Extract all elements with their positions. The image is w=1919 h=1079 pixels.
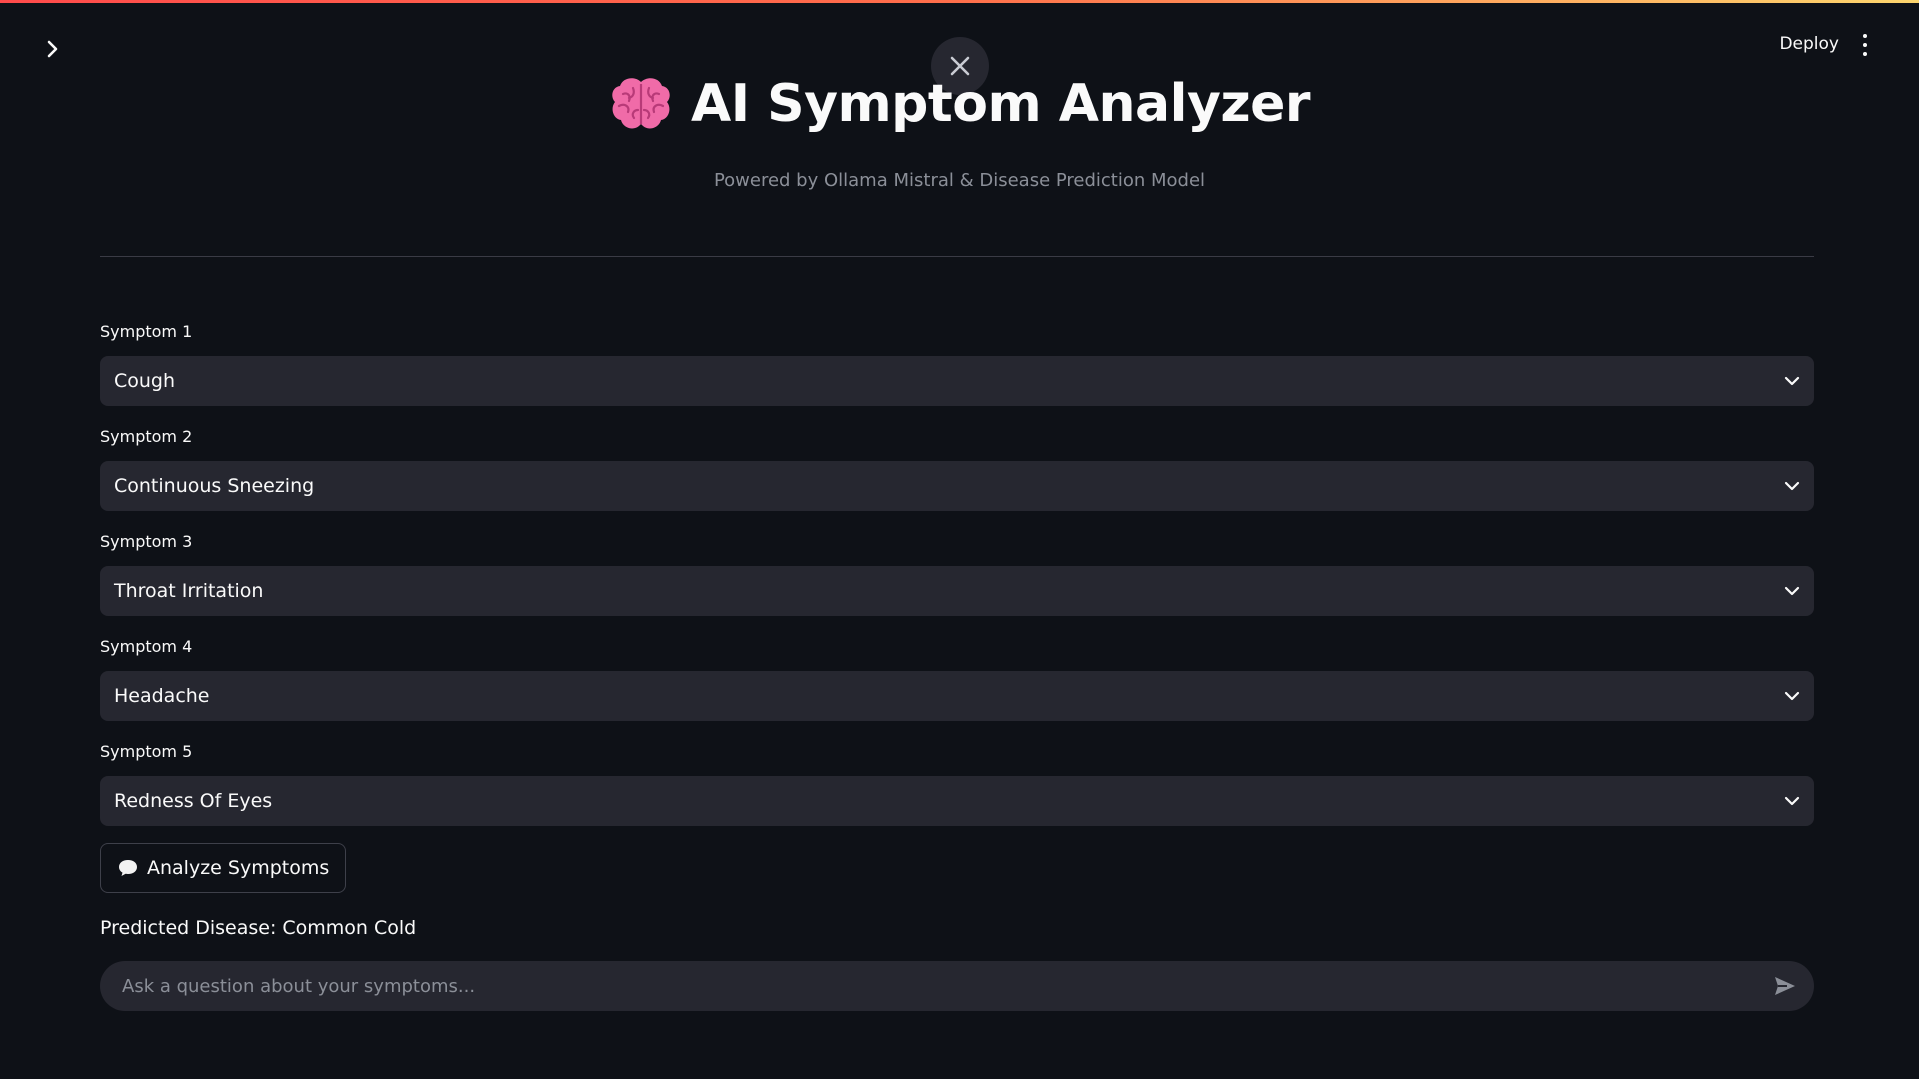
prediction-result: Predicted Disease: Common Cold — [100, 917, 417, 939]
chat-input-container — [100, 961, 1814, 1011]
symptom-label: Symptom 5 — [100, 742, 193, 761]
chevron-down-icon — [1784, 376, 1800, 386]
symptom-select-value: Continuous Sneezing — [114, 475, 315, 497]
analyze-symptoms-button[interactable]: Analyze Symptoms — [100, 843, 347, 893]
page-header: AI Symptom Analyzer — [0, 74, 1919, 134]
page-title: AI Symptom Analyzer — [690, 74, 1311, 134]
symptom-field-1: Symptom 1 Cough — [100, 322, 1814, 406]
deploy-button[interactable]: Deploy — [1779, 34, 1839, 54]
symptom-select-3[interactable]: Throat Irritation — [100, 566, 1814, 616]
chevron-down-icon — [1784, 691, 1800, 701]
symptom-select-value: Redness Of Eyes — [114, 790, 273, 812]
speech-bubble-icon — [119, 860, 137, 876]
symptom-field-5: Symptom 5 Redness Of Eyes — [100, 742, 1814, 826]
symptom-label: Symptom 3 — [100, 532, 193, 551]
analyze-button-label: Analyze Symptoms — [147, 857, 330, 879]
chat-input[interactable] — [120, 974, 1770, 998]
symptom-label: Symptom 1 — [100, 322, 193, 341]
header-divider — [100, 256, 1814, 257]
sidebar-toggle-button[interactable] — [40, 36, 66, 62]
main-menu-button[interactable] — [1855, 34, 1875, 56]
chevron-down-icon — [1784, 796, 1800, 806]
symptom-select-5[interactable]: Redness Of Eyes — [100, 776, 1814, 826]
symptom-label: Symptom 4 — [100, 637, 193, 656]
symptom-field-2: Symptom 2 Continuous Sneezing — [100, 427, 1814, 511]
symptom-select-value: Headache — [114, 685, 210, 707]
chevron-down-icon — [1784, 481, 1800, 491]
symptom-select-1[interactable]: Cough — [100, 356, 1814, 406]
symptom-field-4: Symptom 4 Headache — [100, 637, 1814, 721]
kebab-menu-icon — [1863, 34, 1867, 38]
symptom-select-value: Throat Irritation — [114, 580, 264, 602]
brain-icon — [612, 78, 670, 129]
send-button[interactable] — [1770, 971, 1800, 1001]
symptom-select-2[interactable]: Continuous Sneezing — [100, 461, 1814, 511]
page-subtitle: Powered by Ollama Mistral & Disease Pred… — [713, 170, 1206, 191]
symptom-field-3: Symptom 3 Throat Irritation — [100, 532, 1814, 616]
app-root: Deploy AI Symptom Analyzer Powered by Ol… — [0, 0, 1919, 1079]
send-icon — [1775, 977, 1795, 995]
symptom-label: Symptom 2 — [100, 427, 193, 446]
chevron-down-icon — [1784, 586, 1800, 596]
chevron-right-icon — [47, 40, 58, 58]
top-accent-bar — [0, 0, 1919, 3]
symptom-select-value: Cough — [114, 370, 176, 392]
symptom-select-4[interactable]: Headache — [100, 671, 1814, 721]
